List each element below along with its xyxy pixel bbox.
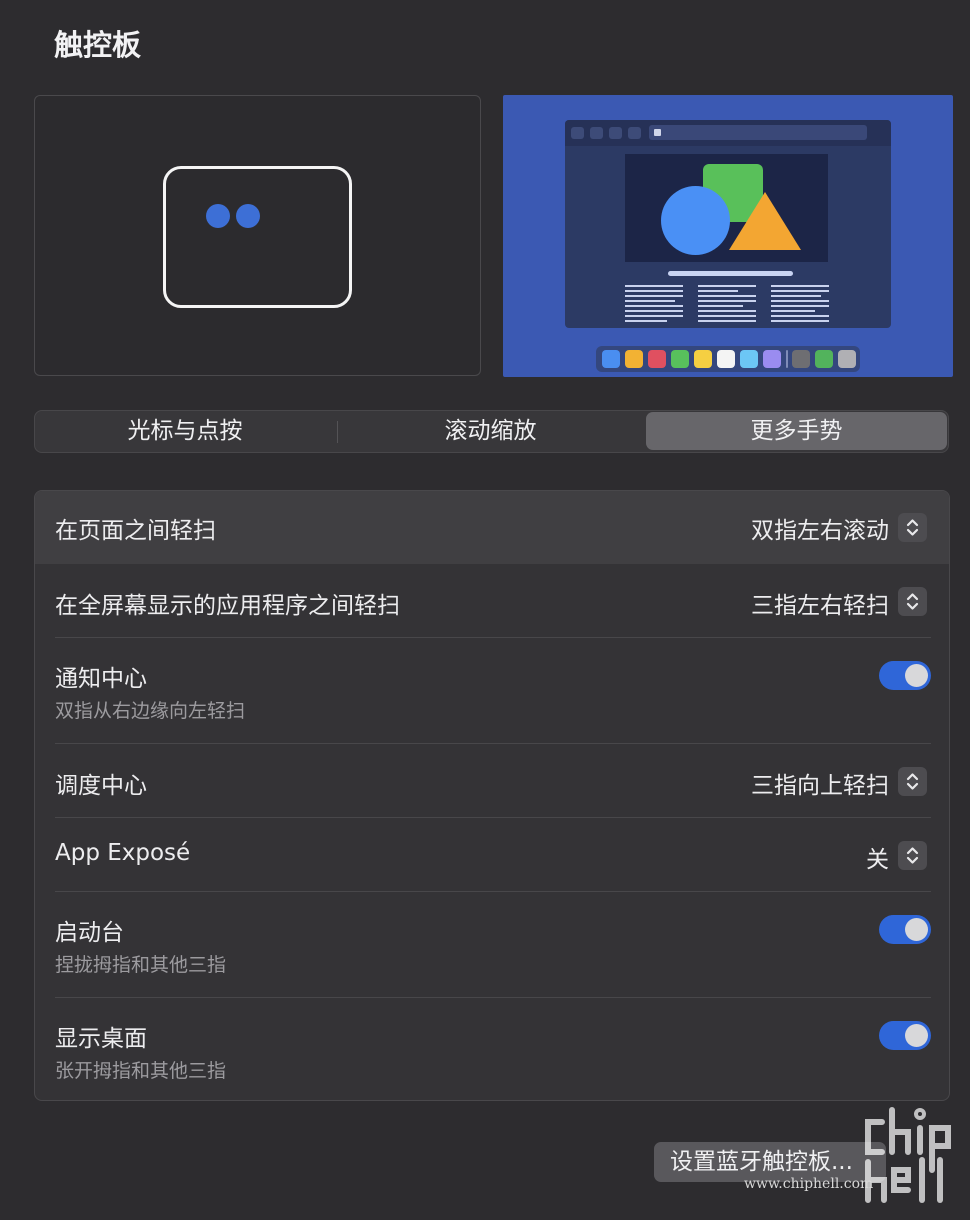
watermark-url: www.chiphell.com <box>744 1176 874 1192</box>
gesture-illustration <box>34 95 481 376</box>
popup-value[interactable]: 三指左右轻扫 <box>751 586 889 620</box>
setting-label: 显示桌面 <box>55 1026 147 1052</box>
gesture-settings-list: 在页面之间轻扫 双指左右滚动 在全屏幕显示的应用程序之间轻扫 三指左右轻扫 通知… <box>34 490 950 1101</box>
chevron-up-down-icon[interactable] <box>898 767 927 796</box>
chiphell-watermark-logo <box>865 1107 951 1203</box>
launchpad-toggle[interactable] <box>879 915 931 944</box>
tab-segmented-control: 光标与点按 滚动缩放 更多手势 <box>34 410 949 453</box>
setting-label: 在页面之间轻扫 <box>55 518 216 544</box>
preview-caption-line <box>668 271 793 276</box>
show-desktop-toggle[interactable] <box>879 1021 931 1050</box>
finger-dot-2 <box>236 204 260 228</box>
setting-label: 调度中心 <box>55 773 147 799</box>
dock-app-icon <box>625 350 643 368</box>
dock-app-icon <box>740 350 758 368</box>
preview-dock <box>596 346 860 372</box>
preview-text-column <box>771 285 829 325</box>
setting-sublabel: 张开拇指和其他三指 <box>55 1060 227 1082</box>
setting-row-notification-center[interactable]: 通知中心 双指从右边缘向左轻扫 <box>35 638 949 744</box>
gesture-preview-desktop <box>503 95 953 377</box>
dock-app-icon <box>838 350 856 368</box>
dock-app-icon <box>763 350 781 368</box>
dock-separator <box>786 350 788 368</box>
page-title: 触控板 <box>54 28 142 62</box>
setting-label: 在全屏幕显示的应用程序之间轻扫 <box>55 593 400 619</box>
preview-toolbar-dot <box>609 127 622 139</box>
dock-app-icon <box>815 350 833 368</box>
preview-window <box>565 120 891 328</box>
tab-more-gestures[interactable]: 更多手势 <box>646 412 947 450</box>
chevron-up-down-icon[interactable] <box>898 841 927 870</box>
chevron-up-down-icon[interactable] <box>898 513 927 542</box>
setting-row-swipe-between-fullscreen-apps[interactable]: 在全屏幕显示的应用程序之间轻扫 三指左右轻扫 <box>35 564 949 638</box>
setting-label: 通知中心 <box>55 666 147 692</box>
setting-row-launchpad[interactable]: 启动台 捏拢拇指和其他三指 <box>35 892 949 998</box>
popup-value[interactable]: 关 <box>866 840 889 874</box>
blue-circle-shape <box>661 186 730 255</box>
setting-label: 启动台 <box>55 920 124 946</box>
preview-url-bar <box>649 125 867 140</box>
setting-sublabel: 捏拢拇指和其他三指 <box>55 954 227 976</box>
preview-toolbar <box>565 120 891 146</box>
trackpad-illustration <box>163 166 352 308</box>
notification-center-toggle[interactable] <box>879 661 931 690</box>
setting-row-swipe-between-pages[interactable]: 在页面之间轻扫 双指左右滚动 <box>35 491 949 564</box>
preview-toolbar-dot <box>590 127 603 139</box>
dock-app-icon <box>717 350 735 368</box>
preview-toolbar-dot <box>571 127 584 139</box>
tab-scroll-zoom[interactable]: 滚动缩放 <box>338 411 643 452</box>
orange-triangle-shape <box>729 192 801 250</box>
setting-row-show-desktop[interactable]: 显示桌面 张开拇指和其他三指 <box>35 998 949 1100</box>
setting-sublabel: 双指从右边缘向左轻扫 <box>55 700 246 722</box>
dock-app-icon <box>792 350 810 368</box>
chevron-up-down-icon[interactable] <box>898 587 927 616</box>
dock-app-icon <box>694 350 712 368</box>
setting-row-app-expose[interactable]: App Exposé 关 <box>35 818 949 892</box>
popup-value[interactable]: 双指左右滚动 <box>751 511 889 545</box>
dock-app-icon <box>648 350 666 368</box>
dock-app-icon <box>671 350 689 368</box>
setting-label: App Exposé <box>55 840 191 866</box>
preview-text-column <box>625 285 683 325</box>
preview-toolbar-dot <box>628 127 641 139</box>
finger-dot-1 <box>206 204 230 228</box>
setting-row-mission-control[interactable]: 调度中心 三指向上轻扫 <box>35 744 949 818</box>
dock-app-icon <box>602 350 620 368</box>
preview-hero-image <box>625 154 828 262</box>
tab-pointer-click[interactable]: 光标与点按 <box>35 411 335 452</box>
popup-value[interactable]: 三指向上轻扫 <box>751 766 889 800</box>
preview-text-column <box>698 285 756 325</box>
